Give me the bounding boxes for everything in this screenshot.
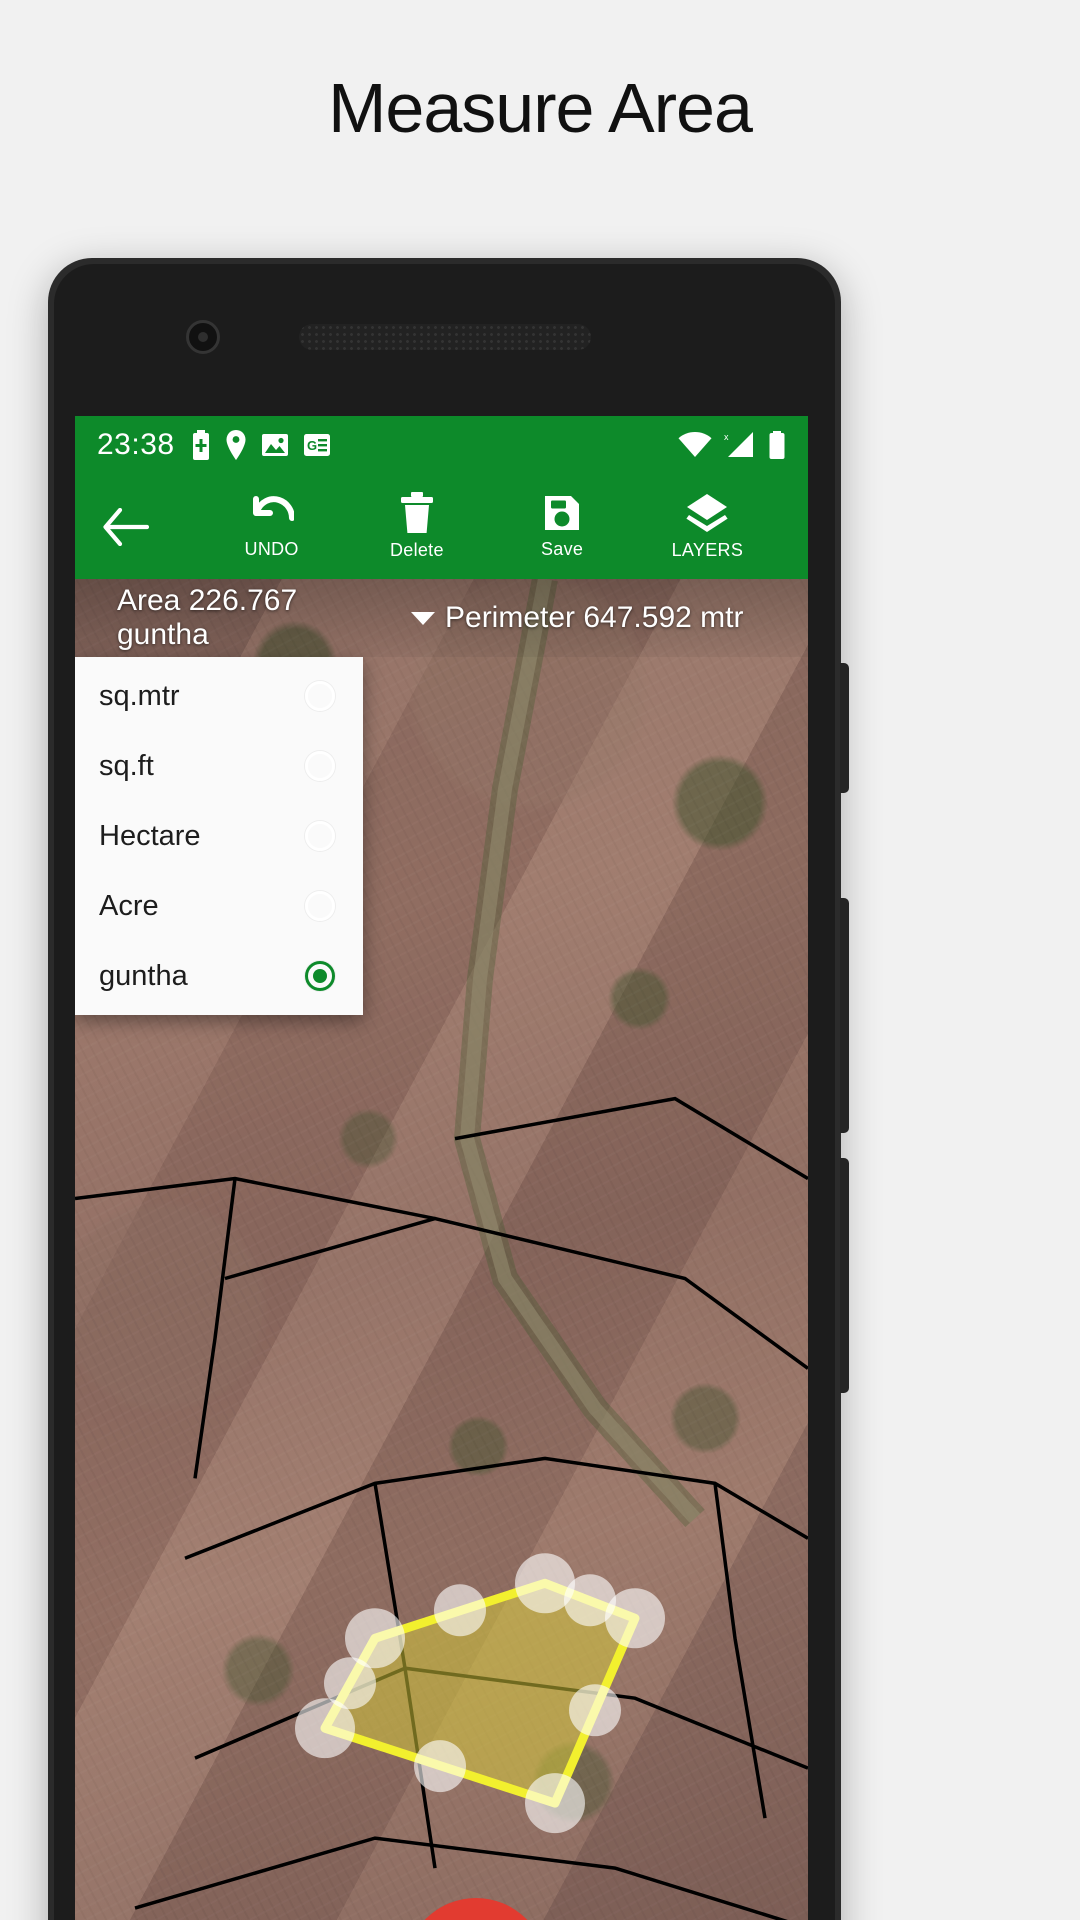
earpiece-speaker (299, 324, 591, 350)
phone-bezel: 23:38 G x UNDO Delete Save LAYERS Area 2… (54, 264, 835, 1920)
device-button-volume-up[interactable] (840, 898, 849, 1133)
unit-option-sq-mtr[interactable]: sq.mtr (75, 661, 363, 731)
arrow-left-icon (103, 507, 149, 546)
news-icon: G (303, 434, 330, 456)
status-bar-notification-icons: G (191, 430, 331, 460)
battery-charging-icon (192, 430, 209, 460)
wifi-icon (678, 432, 712, 457)
page-title: Measure Area (328, 69, 753, 147)
unit-option-label: sq.ft (99, 749, 154, 782)
satellite-map[interactable]: Area 226.767 guntha Perimeter 647.592 mt… (75, 579, 808, 1920)
delete-button[interactable]: Delete (344, 492, 489, 561)
floppy-disk-icon (545, 496, 580, 530)
svg-text:G: G (307, 438, 317, 453)
save-button-label: Save (541, 539, 584, 559)
device-button-power[interactable] (840, 663, 849, 793)
status-bar-system-icons: x (678, 431, 786, 459)
unit-option-label: sq.mtr (99, 679, 180, 712)
app-screen: 23:38 G x UNDO Delete Save LAYERS Area 2… (75, 416, 808, 1920)
unit-dropdown-menu[interactable]: sq.mtr sq.ft Hectare Acre guntha (75, 657, 363, 1015)
radio-button-unselected[interactable] (305, 821, 335, 851)
unit-option-acre[interactable]: Acre (75, 871, 363, 941)
measurement-bar: Area 226.767 guntha Perimeter 647.592 mt… (75, 579, 808, 657)
device-button-volume-down[interactable] (840, 1158, 849, 1393)
trash-icon (400, 492, 433, 533)
layers-button-label: LAYERS (671, 540, 744, 560)
perimeter-value-text: Perimeter 647.592 mtr (445, 601, 744, 634)
delete-button-label: Delete (389, 540, 444, 560)
area-value-text: Area 226.767 guntha (117, 584, 298, 651)
back-button[interactable] (103, 507, 199, 546)
chevron-down-icon[interactable] (411, 611, 435, 625)
unit-option-label: guntha (99, 959, 188, 992)
phone-device: 23:38 G x UNDO Delete Save LAYERS Area 2… (48, 258, 849, 1920)
photo-icon (261, 434, 288, 456)
radio-button-selected[interactable] (305, 961, 335, 991)
app-toolbar: UNDO Delete Save LAYERS (75, 474, 808, 579)
unit-option-label: Acre (99, 889, 159, 922)
location-pin-icon (226, 430, 246, 460)
status-bar: 23:38 G x (75, 416, 808, 474)
unit-option-hectare[interactable]: Hectare (75, 801, 363, 871)
undo-button[interactable]: UNDO (199, 493, 344, 560)
cellular-signal-icon: x (724, 432, 753, 457)
unit-option-label: Hectare (99, 819, 201, 852)
undo-button-label: UNDO (244, 539, 299, 559)
area-selector[interactable]: Area 226.767 guntha (75, 584, 435, 652)
status-bar-clock: 23:38 (97, 428, 175, 461)
svg-text:x: x (724, 432, 729, 442)
front-camera-icon (186, 320, 220, 354)
battery-icon (769, 431, 785, 459)
unit-option-guntha[interactable]: guntha (75, 941, 363, 1011)
save-button[interactable]: Save (490, 493, 635, 560)
radio-button-unselected[interactable] (305, 751, 335, 781)
layers-button[interactable]: LAYERS (635, 492, 780, 561)
layers-icon (686, 494, 728, 532)
radio-button-unselected[interactable] (305, 681, 335, 711)
radio-button-unselected[interactable] (305, 891, 335, 921)
unit-option-sq-ft[interactable]: sq.ft (75, 731, 363, 801)
undo-icon (252, 496, 294, 521)
